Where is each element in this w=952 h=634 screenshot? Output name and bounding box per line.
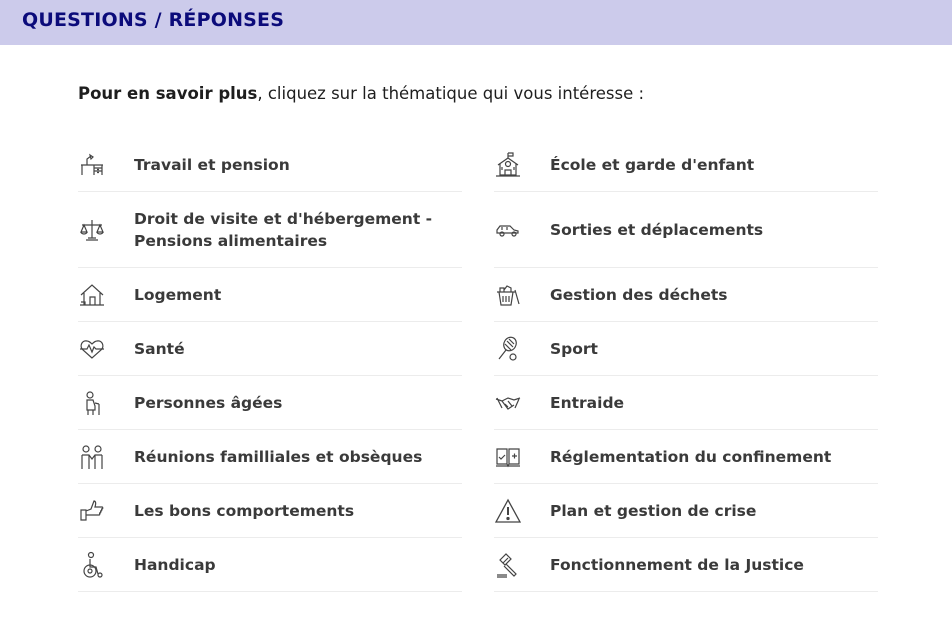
topic-label: Réglementation du confinement	[550, 447, 832, 466]
topic-reglementation[interactable]: Réglementation du confinement	[494, 430, 878, 484]
topic-label-line1: Droit de visite et d'hébergement -	[134, 209, 433, 228]
topic-handicap[interactable]: Handicap	[78, 538, 462, 592]
intro-text: Pour en savoir plus, cliquez sur la thém…	[78, 84, 644, 103]
topic-gestion-dechets[interactable]: Gestion des déchets	[494, 268, 878, 322]
house-icon	[78, 281, 106, 309]
scales-icon	[78, 216, 106, 244]
topic-justice[interactable]: Fonctionnement de la Justice	[494, 538, 878, 592]
topic-label: Sport	[550, 339, 598, 358]
topic-label: Les bons comportements	[134, 501, 355, 520]
topic-label: Réunions familliales et obsèques	[134, 447, 423, 466]
topic-sport[interactable]: Sport	[494, 322, 878, 376]
rulebook-icon	[494, 443, 522, 471]
topic-logement[interactable]: Logement	[78, 268, 462, 322]
school-icon	[494, 151, 522, 179]
warning-icon	[494, 497, 522, 525]
topic-droit-de-visite[interactable]: Droit de visite et d'hébergement - Pensio…	[78, 192, 462, 268]
topics-right-column: École et garde d'enfant Sorties et dépla…	[494, 138, 878, 592]
desk-lamp-icon	[78, 151, 106, 179]
people-greeting-icon	[78, 443, 106, 471]
tennis-racket-icon	[494, 335, 522, 363]
topic-entraide[interactable]: Entraide	[494, 376, 878, 430]
topics-left-column: Travail et pension Droit de visite et d'…	[78, 138, 462, 592]
topic-reunions-familiales[interactable]: Réunions familliales et obsèques	[78, 430, 462, 484]
topic-label: Santé	[134, 339, 185, 358]
topic-label: Sorties et déplacements	[550, 220, 764, 239]
topic-label-line2: Pensions alimentaires	[134, 231, 328, 250]
intro-rest: , cliquez sur la thématique qui vous int…	[257, 84, 645, 103]
topic-sante[interactable]: Santé	[78, 322, 462, 376]
heart-pulse-icon	[78, 335, 106, 363]
handshake-icon	[494, 389, 522, 417]
header-banner: QUESTIONS / RÉPONSES	[0, 0, 952, 45]
topic-personnes-agees[interactable]: Personnes âgées	[78, 376, 462, 430]
topic-label: Fonctionnement de la Justice	[550, 555, 804, 574]
car-icon	[494, 216, 522, 244]
topic-label: Logement	[134, 285, 222, 304]
intro-bold: Pour en savoir plus	[78, 84, 258, 103]
topic-plan-crise[interactable]: Plan et gestion de crise	[494, 484, 878, 538]
topic-label: Gestion des déchets	[550, 285, 728, 304]
topic-label: Droit de visite et d'hébergement - Pensio…	[134, 208, 432, 252]
wheelchair-icon	[78, 551, 106, 579]
topic-label: Travail et pension	[134, 155, 290, 174]
topic-ecole[interactable]: École et garde d'enfant	[494, 138, 878, 192]
elderly-person-icon	[78, 389, 106, 417]
topic-travail-et-pension[interactable]: Travail et pension	[78, 138, 462, 192]
topic-label: Handicap	[134, 555, 216, 574]
topic-sorties-deplacements[interactable]: Sorties et déplacements	[494, 192, 878, 268]
page-title: QUESTIONS / RÉPONSES	[22, 9, 285, 31]
topic-bons-comportements[interactable]: Les bons comportements	[78, 484, 462, 538]
trash-bin-icon	[494, 281, 522, 309]
topic-label: Personnes âgées	[134, 393, 283, 412]
topic-label: École et garde d'enfant	[550, 155, 755, 174]
topic-label: Plan et gestion de crise	[550, 501, 757, 520]
thumbs-up-icon	[78, 497, 106, 525]
topic-label: Entraide	[550, 393, 625, 412]
gavel-icon	[494, 551, 522, 579]
